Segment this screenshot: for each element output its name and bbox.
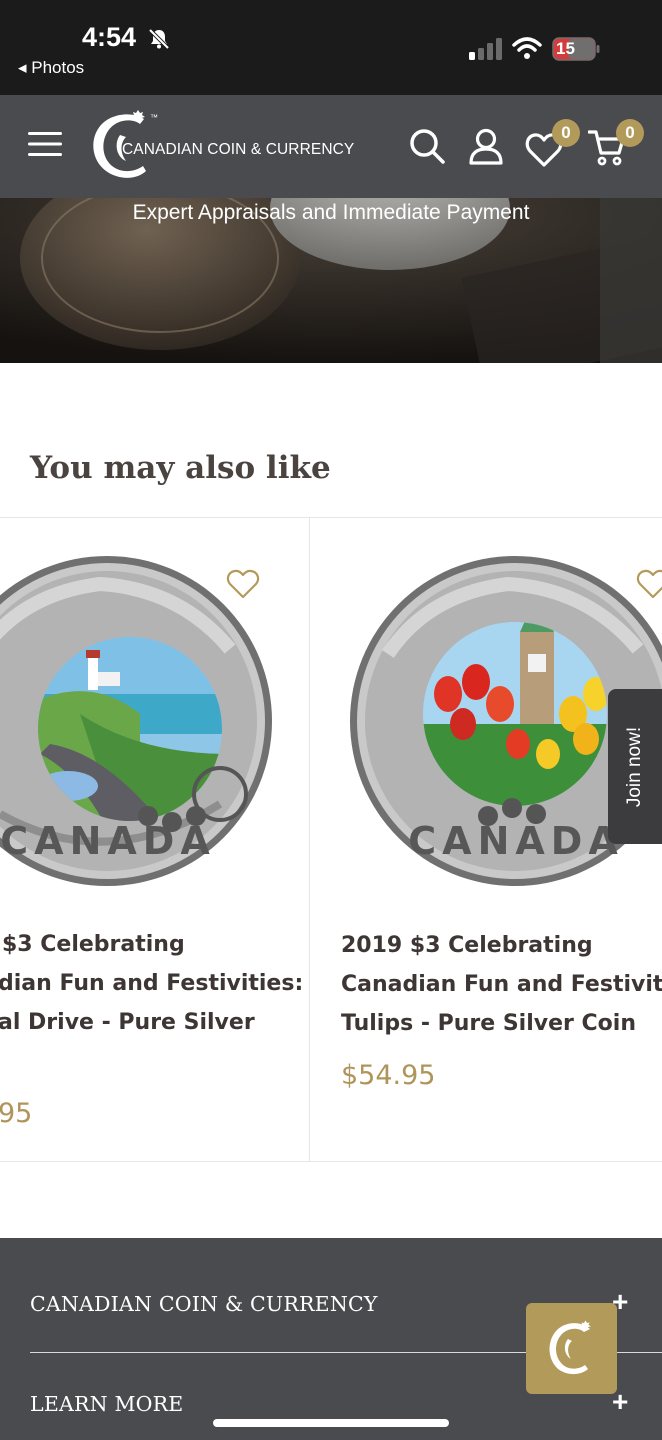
product-image-coastal-drive[interactable]: CANADA <box>0 554 274 888</box>
footer-section-company[interactable]: CANADIAN COIN & CURRENCY <box>30 1292 378 1316</box>
product-price: $54.95 <box>341 1060 436 1091</box>
chat-launcher-button[interactable] <box>526 1303 617 1394</box>
cellular-signal-icon <box>469 38 502 60</box>
site-header: ™ CANADIAN COIN & CURRENCY 0 0 <box>0 95 662 198</box>
product-carousel[interactable]: CANADA $3 Celebrating dian Fun and Festi… <box>0 517 662 1162</box>
brand-c-logo-icon <box>549 1320 591 1375</box>
product-title-line[interactable]: 2019 $3 Celebrating <box>341 926 593 965</box>
home-indicator <box>213 1419 449 1427</box>
product-title-line[interactable]: al Drive - Pure Silver <box>0 1003 255 1042</box>
product-title-line[interactable]: Tulips - Pure Silver Coin <box>341 1004 636 1043</box>
product-price: 95 <box>0 1098 33 1129</box>
join-now-tab[interactable]: Join now! <box>608 689 662 844</box>
product-title-line[interactable]: $3 Celebrating <box>2 925 185 964</box>
clock: 4:54 <box>82 22 137 52</box>
account-icon[interactable] <box>467 127 505 165</box>
cart-count-badge: 0 <box>616 119 644 147</box>
bell-off-icon <box>148 28 170 50</box>
join-now-label: Join now! <box>624 726 645 807</box>
wishlist-count-badge: 0 <box>552 119 580 147</box>
hero-tagline: Expert Appraisals and Immediate Payment <box>132 201 530 224</box>
search-icon[interactable] <box>408 127 446 165</box>
svg-text:CANADA: CANADA <box>0 819 215 863</box>
add-to-wishlist-heart-icon[interactable] <box>226 568 260 600</box>
product-title-line[interactable]: Canadian Fun and Festivities <box>341 965 662 1004</box>
back-to-photos-link[interactable]: ◂ Photos <box>18 58 84 78</box>
status-bar: 4:54 ◂ Photos 15 <box>0 0 662 95</box>
brand-name[interactable]: CANADIAN COIN & CURRENCY <box>122 141 354 159</box>
svg-text:CANADA: CANADA <box>408 819 623 863</box>
card-divider <box>309 518 310 1161</box>
footer-section-learn-more[interactable]: LEARN MORE <box>30 1392 183 1416</box>
hamburger-menu-icon[interactable] <box>28 130 62 158</box>
page: 4:54 ◂ Photos 15 ™ CANADIAN COIN & CURRE… <box>0 0 662 1440</box>
add-to-wishlist-heart-icon[interactable] <box>636 568 662 600</box>
battery-level: 15 <box>556 39 575 58</box>
wifi-icon <box>512 37 542 59</box>
product-title-line[interactable]: dian Fun and Festivities: <box>0 964 303 1003</box>
trademark-symbol: ™ <box>150 113 158 122</box>
section-title: You may also like <box>30 450 331 486</box>
hero-banner[interactable]: Expert Appraisals and Immediate Payment <box>0 198 662 363</box>
